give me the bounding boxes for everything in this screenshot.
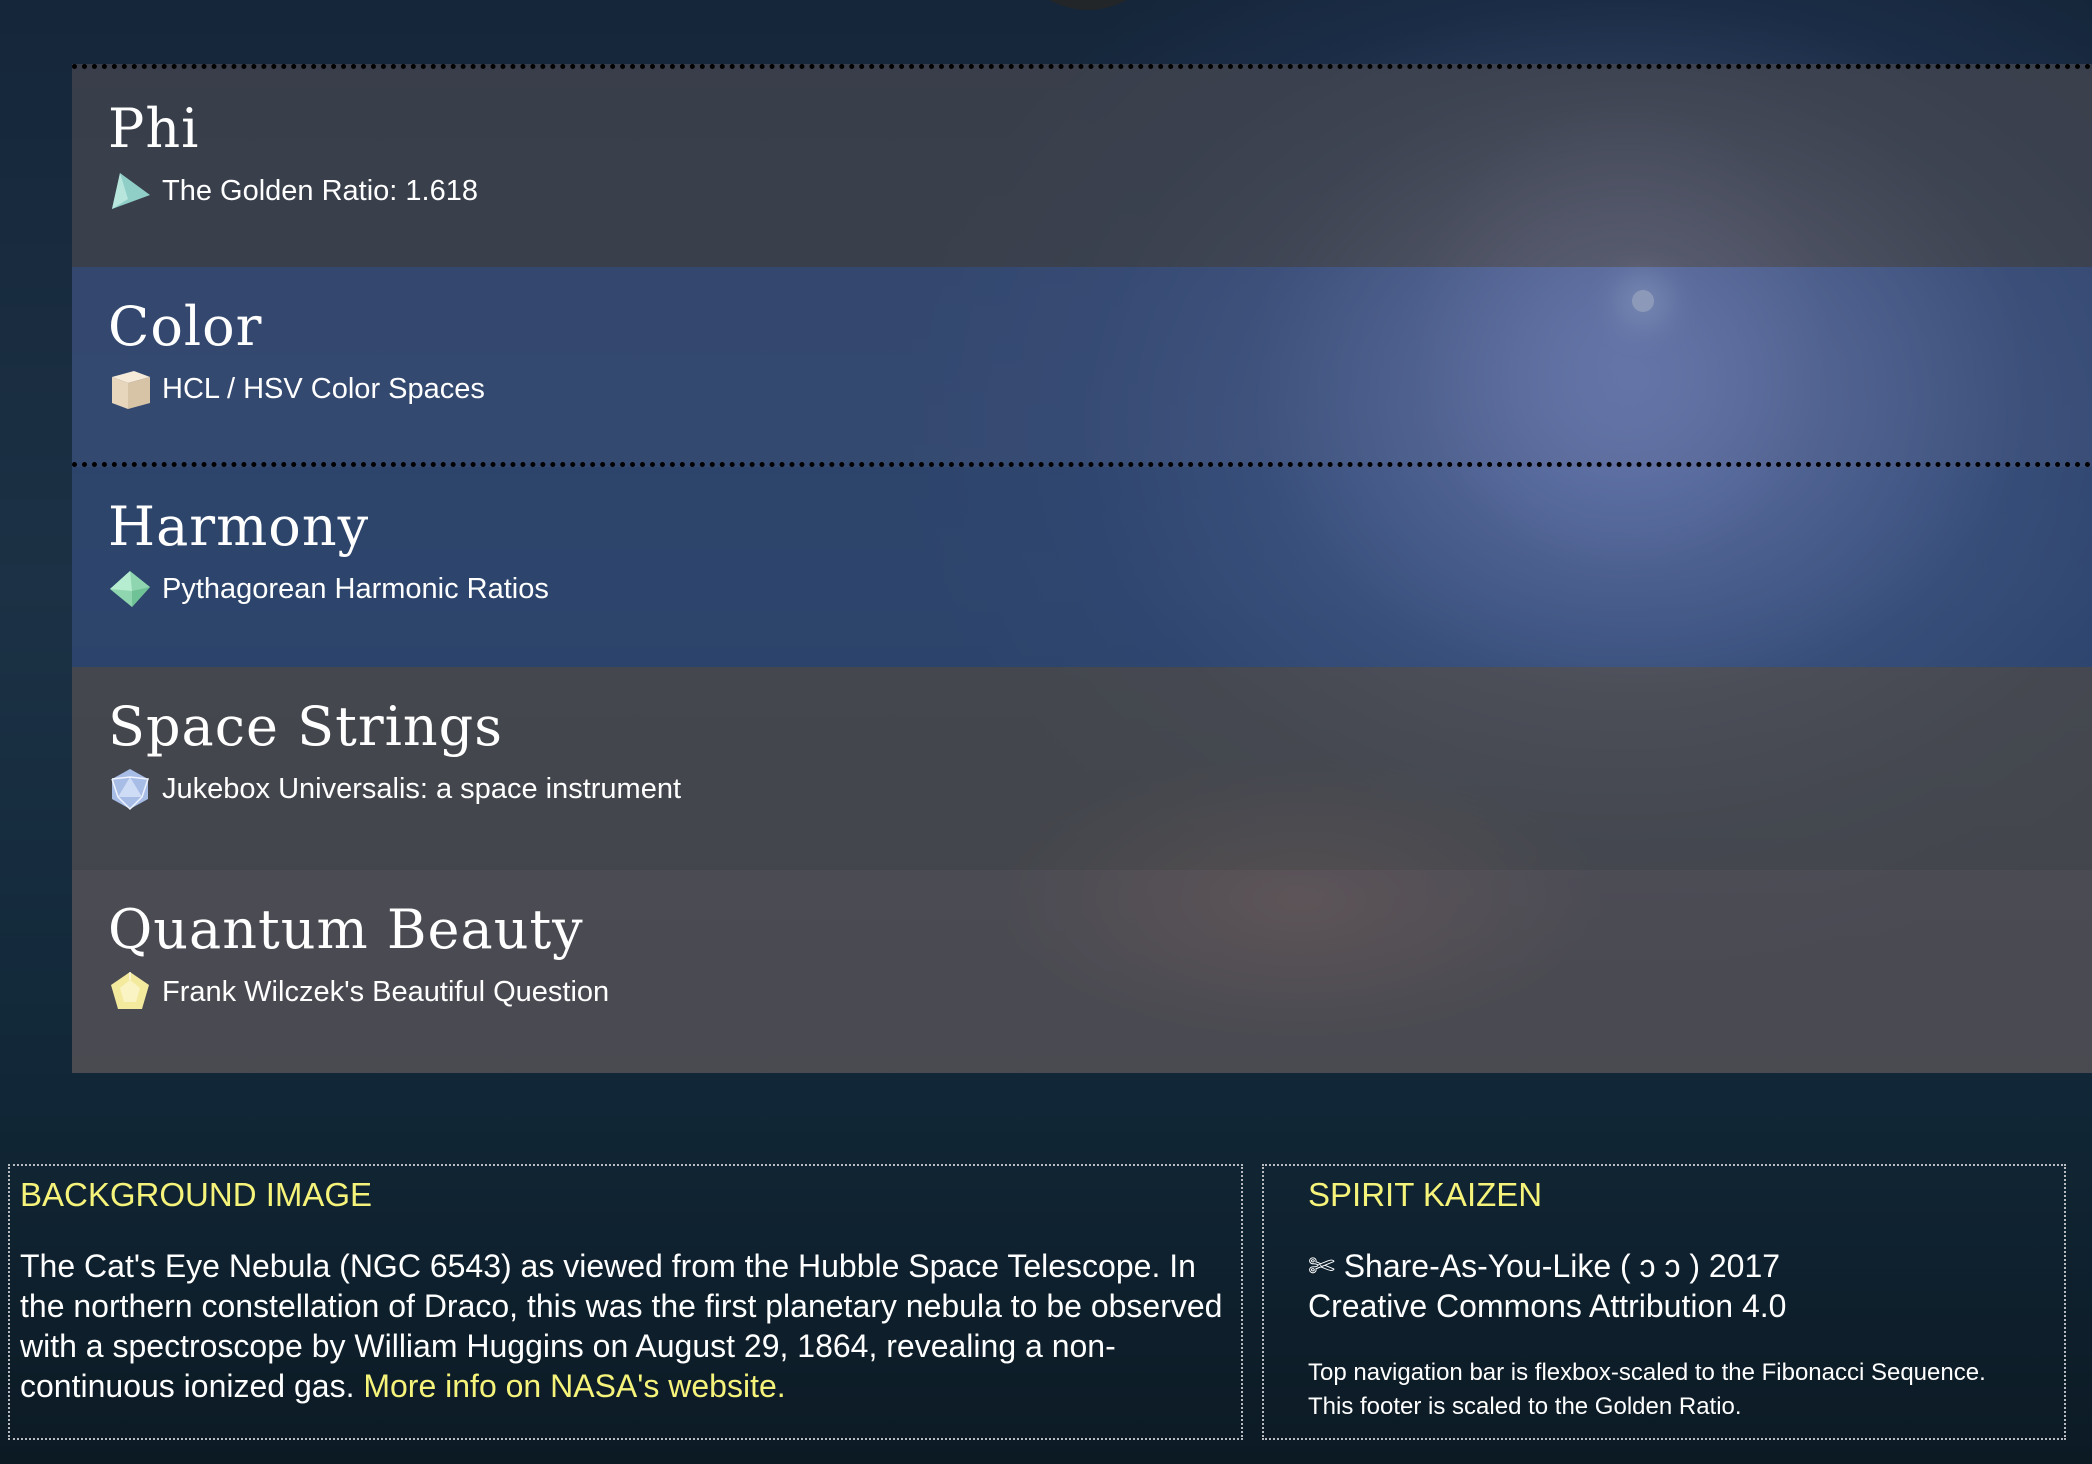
menu-item-title: Quantum Beauty xyxy=(108,898,584,961)
dodecahedron-icon xyxy=(111,972,149,1009)
menu-item-subtitle: Pythagorean Harmonic Ratios xyxy=(162,572,549,605)
menu-item-harmony[interactable]: Harmony Pythagorean Harmonic Ratios xyxy=(72,467,2092,667)
menu-item-space-strings[interactable]: Space Strings Jukebox Universalis: a spa… xyxy=(72,667,2092,870)
background-image-info: BACKGROUND IMAGE The Cat's Eye Nebula (N… xyxy=(8,1164,1243,1440)
tetrahedron-icon xyxy=(112,173,150,209)
background-image-description: The Cat's Eye Nebula (NGC 6543) as viewe… xyxy=(20,1246,1231,1406)
menu-item-color[interactable]: Color HCL / HSV Color Spaces xyxy=(72,267,2092,467)
spirit-kaizen-heading: SPIRIT KAIZEN xyxy=(1308,1176,1543,1213)
menu-item-quantum-beauty[interactable]: Quantum Beauty Frank Wilczek's Beautiful… xyxy=(72,870,2092,1073)
license-link[interactable]: Creative Commons Attribution 4.0 xyxy=(1308,1286,2020,1326)
menu-item-title: Color xyxy=(108,295,263,358)
menu-item-phi[interactable]: Phi The Golden Ratio: 1.618 xyxy=(72,64,2092,267)
fibonacci-note: Top navigation bar is flexbox-scaled to … xyxy=(1308,1359,1986,1386)
menu-item-subtitle: Frank Wilczek's Beautiful Question xyxy=(162,975,610,1008)
menu-item-title: Harmony xyxy=(108,495,370,558)
main-menu: Phi The Golden Ratio: 1.618 Color HCL / … xyxy=(72,64,2092,1073)
octahedron-icon xyxy=(110,571,150,607)
menu-item-title: Phi xyxy=(108,97,200,160)
menu-item-title: Space Strings xyxy=(108,695,503,758)
menu-item-subtitle: HCL / HSV Color Spaces xyxy=(162,372,485,405)
background-image-heading: BACKGROUND IMAGE xyxy=(20,1176,373,1213)
share-line: ✄ Share-As-You-Like ( ↄ ↄ ) 2017 xyxy=(1308,1248,1781,1284)
menu-item-subtitle: The Golden Ratio: 1.618 xyxy=(162,174,478,207)
spirit-kaizen-info: SPIRIT KAIZEN ✄ Share-As-You-Like ( ↄ ↄ … xyxy=(1262,1164,2066,1440)
menu-item-subtitle: Jukebox Universalis: a space instrument xyxy=(162,772,682,805)
nasa-info-link[interactable]: More info on NASA's website. xyxy=(363,1368,785,1404)
cube-icon xyxy=(112,371,150,409)
golden-ratio-note: This footer is scaled to the Golden Rati… xyxy=(1308,1393,1742,1420)
icosahedron-icon xyxy=(111,769,150,811)
